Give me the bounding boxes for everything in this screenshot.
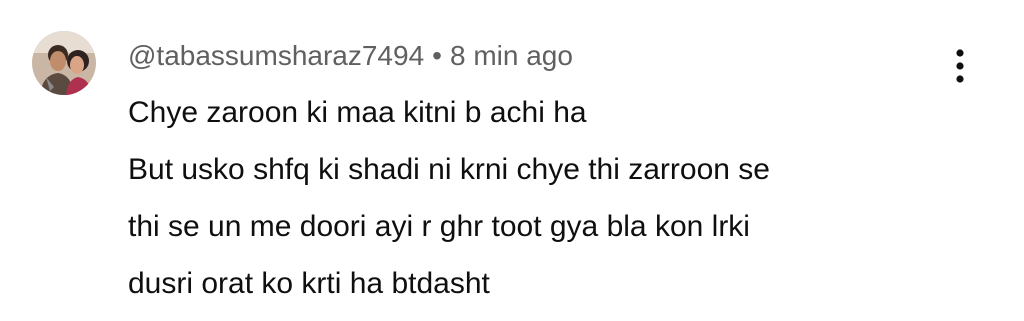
author-name[interactable]: @tabassumsharaz7494 <box>128 40 424 72</box>
comment-line: But usko shfq ki shadi ni krni chye thi … <box>128 153 770 186</box>
more-vert-icon <box>956 49 964 83</box>
comment-timestamp[interactable]: 8 min ago <box>450 40 573 72</box>
comment-line: thi se un me doori ayi r ghr toot gya bl… <box>128 210 750 243</box>
comment-header: @tabassumsharaz7494 • 8 min ago <box>128 36 573 76</box>
comment-line: dusri orat ko krti ha btdasht <box>128 267 490 300</box>
avatar[interactable] <box>32 31 96 95</box>
avatar-image <box>32 31 96 95</box>
header-separator: • <box>432 40 442 71</box>
comment-menu-button[interactable] <box>936 42 984 90</box>
comment-line: Chye zaroon ki maa kitni b achi ha <box>128 96 587 129</box>
comment-text: Chye zaroon ki maa kitni b achi ha But u… <box>128 84 988 312</box>
comment-thread: @tabassumsharaz7494 • 8 min ago Chye zar… <box>0 0 1024 321</box>
